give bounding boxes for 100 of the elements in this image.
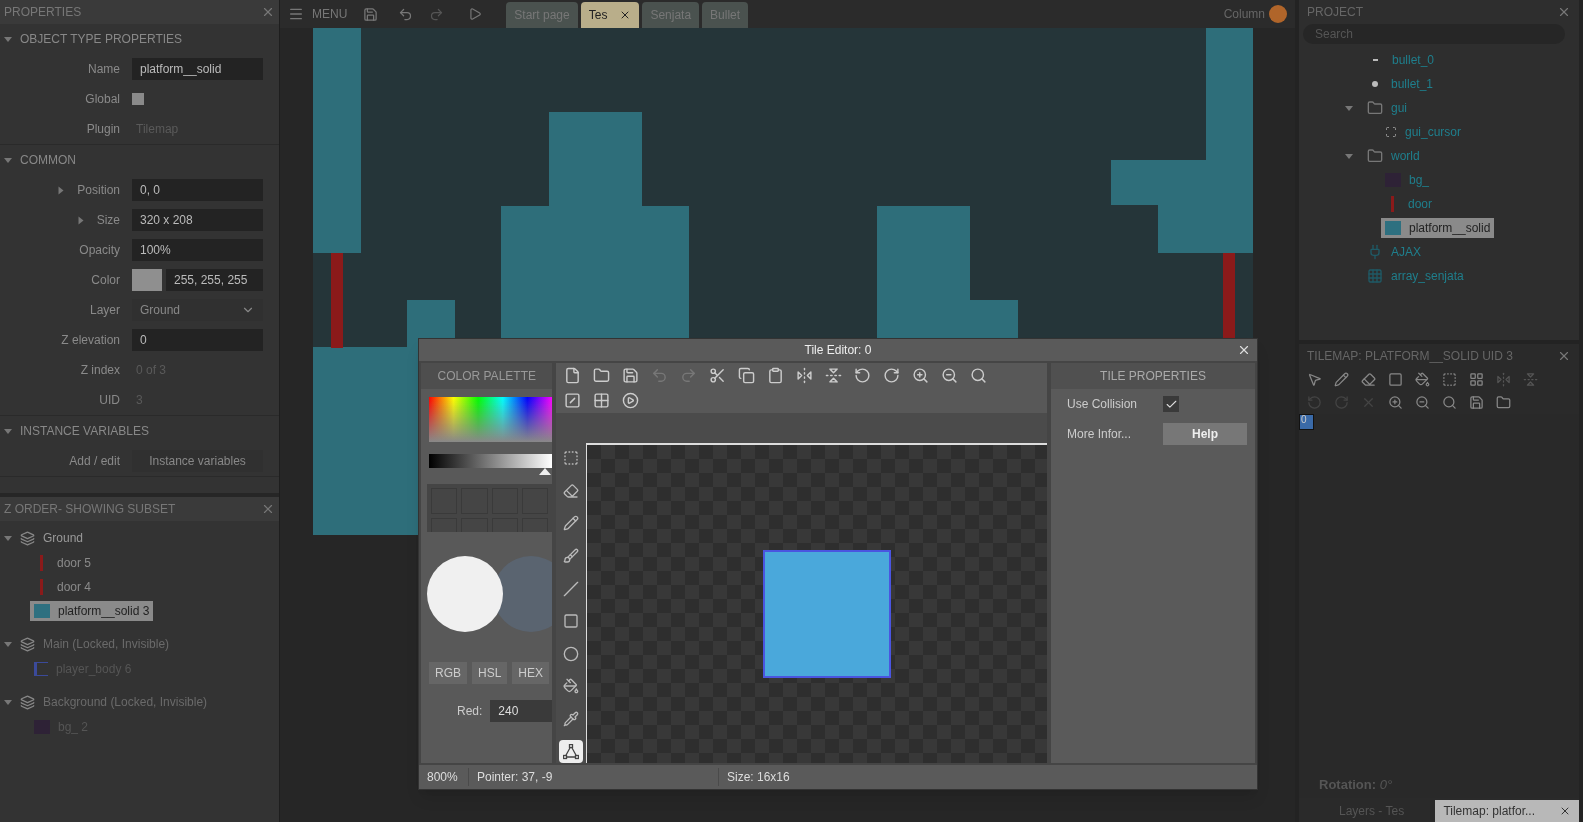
rectangle-icon [563,613,580,630]
folder-icon[interactable] [593,367,611,384]
rectangle-icon[interactable] [1388,372,1403,387]
property-label: Size [96,212,120,229]
search-icon[interactable] [1442,395,1457,410]
grid-icon[interactable] [593,392,611,409]
crosshair-icon [1385,126,1397,138]
project-item[interactable]: bullet_1 [1363,74,1438,94]
grid-icon [1367,268,1383,284]
flip-horizontal-icon[interactable] [796,367,814,384]
tile[interactable]: 0 [1299,414,1314,430]
help-button[interactable]: Help [1163,423,1247,445]
checkbox[interactable] [132,93,144,105]
z-order-item[interactable]: platform__solid 3 [30,601,154,621]
folder-icon[interactable] [1496,395,1511,410]
eyedropper-icon [563,711,580,728]
marquee-icon[interactable] [1442,372,1457,387]
undo-icon[interactable] [398,6,414,22]
color-mode-button[interactable]: HSL [472,662,508,684]
save-icon[interactable] [363,6,379,22]
section-title[interactable]: INSTANCE VARIABLES [20,422,149,440]
menu-label[interactable]: MENU [312,5,348,23]
zoom-out-icon[interactable] [941,367,959,384]
save-icon[interactable] [1469,395,1484,410]
tool-button[interactable] [559,740,584,763]
project-item[interactable]: platform__solid [1381,218,1495,238]
zoom-in-icon[interactable] [1388,395,1403,410]
property-field[interactable]: 320 x 208 [132,209,263,231]
pencil-icon[interactable] [1334,372,1349,387]
project-item[interactable]: AJAX [1363,242,1425,262]
grid-icon[interactable] [1469,372,1484,387]
close-icon[interactable] [1557,5,1571,19]
z-order-item[interactable]: door 4 [30,577,96,597]
project-item[interactable]: gui [1363,98,1411,118]
color-mode-button[interactable]: RGB [429,662,467,684]
flip-vertical-icon[interactable] [825,367,843,384]
color-swatch[interactable] [132,269,162,291]
eraser-icon[interactable] [1361,372,1376,387]
property-field[interactable]: platform__solid [132,58,263,80]
section-title[interactable]: COMMON [20,151,76,169]
section-arrow[interactable] [4,36,12,42]
tile-fill[interactable] [763,550,892,678]
section-arrow[interactable] [4,157,12,163]
plug-icon [1367,244,1383,260]
z-order-item[interactable]: door 5 [30,553,96,573]
expand-arrow[interactable] [78,216,84,224]
menu-icon[interactable] [288,6,304,22]
property-label: Add / edit [69,453,120,470]
copy-icon[interactable] [738,367,756,384]
checkbox[interactable] [1163,396,1179,412]
property-label: More Infor... [1066,426,1133,443]
hue-spectrum[interactable] [429,397,553,442]
property-label: Opacity [79,242,120,259]
save-icon[interactable] [622,367,640,384]
tile-canvas[interactable] [586,443,1047,763]
layers-icon [20,530,35,546]
project-item[interactable]: door [1381,194,1437,214]
paste-icon[interactable] [767,367,785,384]
paint-bucket-icon[interactable] [1415,372,1430,387]
zoom-out-icon[interactable] [1415,395,1430,410]
panel-tab[interactable]: Tilemap: platfor... [1435,800,1579,822]
expand-arrow[interactable] [4,699,12,705]
property-field[interactable]: 100% [132,239,263,261]
property-field[interactable]: 0, 0 [132,179,263,201]
project-item[interactable]: bullet_0 [1363,50,1439,70]
tile-mask-icon[interactable] [564,392,582,409]
line-icon [563,580,580,597]
zoom-in-icon[interactable] [912,367,930,384]
project-item[interactable]: world [1363,146,1424,166]
project-item[interactable]: bg_ [1381,170,1434,190]
property-field[interactable]: 0 [132,329,263,351]
close-icon[interactable] [1557,349,1571,363]
play-icon[interactable] [622,392,640,409]
avatar-icon[interactable] [1269,5,1287,23]
layout-tab[interactable]: Tes [580,2,640,28]
expand-arrow[interactable] [4,641,12,647]
panel-title: TILEMAP: PLATFORM__SOLID UID 3 [1307,348,1513,365]
play-icon[interactable] [468,7,483,21]
close-icon[interactable] [1237,343,1251,357]
expand-arrow[interactable] [58,186,64,194]
pointer-icon[interactable] [1307,372,1322,387]
expand-arrow[interactable] [1345,105,1353,111]
new-file-icon[interactable] [564,367,582,384]
expand-arrow[interactable] [1345,153,1353,159]
expand-arrow[interactable] [4,535,12,541]
pencil-icon [563,515,580,532]
property-label: UID [99,392,120,409]
layer-name[interactable]: Ground [43,529,84,547]
section-title[interactable]: OBJECT TYPE PROPERTIES [20,30,183,48]
section-arrow[interactable] [4,428,12,434]
search-icon[interactable] [970,367,988,384]
property-label: Name [88,61,120,78]
close-icon[interactable] [1559,805,1571,817]
project-item[interactable]: array_senjata [1363,266,1468,286]
user-name: Column [1223,6,1265,23]
property-field[interactable]: 255, 255, 255 [166,269,263,291]
cut-icon[interactable] [709,367,727,384]
color-mode-button[interactable]: HEX [512,662,550,684]
channel-field[interactable]: 240 [490,700,553,722]
project-item[interactable]: gui_cursor [1381,122,1466,142]
